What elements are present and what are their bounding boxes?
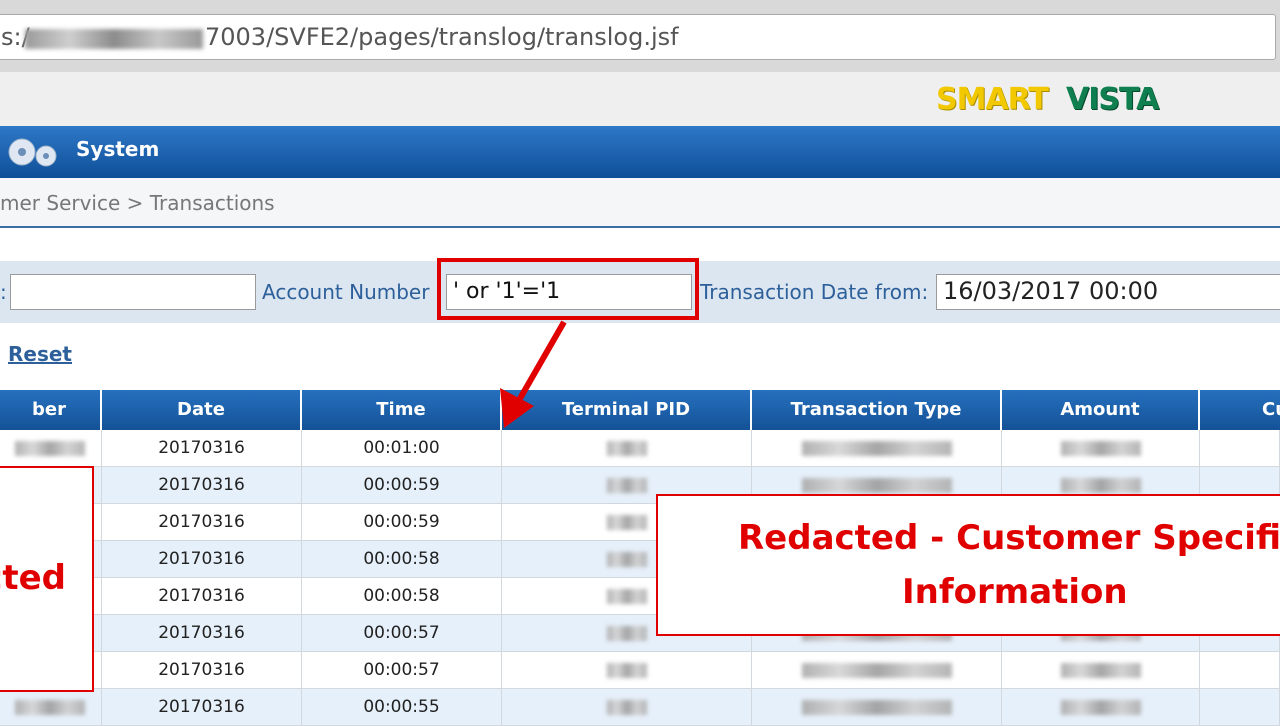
blurred-value: [802, 700, 952, 715]
gears-icon: [8, 138, 57, 167]
cell-date: 20170316: [102, 504, 302, 541]
cell-redacted: [752, 652, 1002, 689]
address-bar[interactable]: s:/ 7003/SVFE2/pages/translog/translog.j…: [0, 14, 1276, 60]
url-path: 7003/SVFE2/pages/translog/translog.jsf: [205, 23, 679, 51]
blurred-value: [607, 515, 647, 530]
cell-redacted: [502, 430, 752, 467]
blurred-value: [1061, 663, 1141, 678]
blurred-value: [607, 626, 647, 641]
cell-redacted: [0, 689, 102, 726]
column-header-date[interactable]: Date: [102, 390, 302, 430]
cell-redacted: [1002, 430, 1200, 467]
cell-date: 20170316: [102, 615, 302, 652]
cell-redacted: [502, 689, 752, 726]
blurred-value: [1061, 478, 1141, 493]
blurred-value: [607, 700, 647, 715]
cell-time: 00:00:58: [302, 541, 502, 578]
cell-redacted: [752, 430, 1002, 467]
breadcrumb: mer Service > Transactions: [0, 191, 275, 215]
cell-date: 20170316: [102, 578, 302, 615]
redaction-box-left: cted: [0, 466, 94, 692]
column-header-currency[interactable]: Cu: [1200, 390, 1280, 430]
table-row[interactable]: 20170316 00:00:55: [0, 689, 1280, 726]
cell-date: 20170316: [102, 430, 302, 467]
nav-item-system[interactable]: System: [76, 137, 159, 161]
cell-redacted: [1200, 652, 1280, 689]
filter-label-first: :: [0, 280, 7, 304]
table-row[interactable]: 20170316 00:00:57: [0, 652, 1280, 689]
cell-date: 20170316: [102, 541, 302, 578]
blurred-value: [1061, 441, 1141, 456]
redaction-text-left: cted: [0, 558, 66, 598]
table-row[interactable]: 20170316 00:01:00: [0, 430, 1280, 467]
cell-redacted: [0, 430, 102, 467]
url-redacted-host: [25, 29, 203, 49]
cell-time: 00:01:00: [302, 430, 502, 467]
column-header-time[interactable]: Time: [302, 390, 502, 430]
logo-vista: VISTA: [1066, 82, 1159, 117]
transaction-date-from-input[interactable]: 16/03/2017 00:00: [936, 274, 1280, 310]
main-nav-bar: [0, 126, 1280, 178]
blurred-value: [15, 700, 85, 715]
cell-time: 00:00:58: [302, 578, 502, 615]
column-header-number[interactable]: ber: [0, 390, 102, 430]
cell-redacted: [1200, 689, 1280, 726]
redaction-text-line1: Redacted - Customer Specific: [738, 518, 1280, 558]
cell-redacted: [1002, 689, 1200, 726]
cell-redacted: [502, 652, 752, 689]
blurred-value: [607, 552, 647, 567]
blurred-value: [802, 663, 952, 678]
cell-date: 20170316: [102, 467, 302, 504]
cell-time: 00:00:59: [302, 467, 502, 504]
first-filter-input[interactable]: [10, 274, 256, 310]
blurred-value: [607, 663, 647, 678]
cell-time: 00:00:55: [302, 689, 502, 726]
column-header-transaction-type[interactable]: Transaction Type: [752, 390, 1002, 430]
account-number-label: Account Number: [262, 280, 430, 304]
cell-date: 20170316: [102, 689, 302, 726]
blurred-value: [15, 441, 85, 456]
cell-date: 20170316: [102, 652, 302, 689]
blurred-value: [802, 478, 952, 493]
cell-redacted: [752, 689, 1002, 726]
transaction-date-from-label: Transaction Date from:: [700, 280, 929, 304]
cell-redacted: [1200, 430, 1280, 467]
cell-time: 00:00:57: [302, 615, 502, 652]
cell-time: 00:00:57: [302, 652, 502, 689]
blurred-value: [1061, 700, 1141, 715]
logo-smart: SMART: [936, 82, 1049, 117]
blurred-value: [802, 441, 952, 456]
redaction-box-right: Redacted - Customer Specific Information: [656, 494, 1280, 636]
red-arrow-annotation: [500, 320, 567, 428]
sql-injection-highlight: [437, 258, 699, 320]
blurred-value: [607, 478, 647, 493]
blurred-value: [607, 441, 647, 456]
blurred-value: [607, 589, 647, 604]
cell-time: 00:00:59: [302, 504, 502, 541]
reset-link[interactable]: Reset: [8, 342, 72, 366]
column-header-amount[interactable]: Amount: [1002, 390, 1200, 430]
redaction-text-line2: Information: [902, 572, 1128, 612]
cell-redacted: [1002, 652, 1200, 689]
